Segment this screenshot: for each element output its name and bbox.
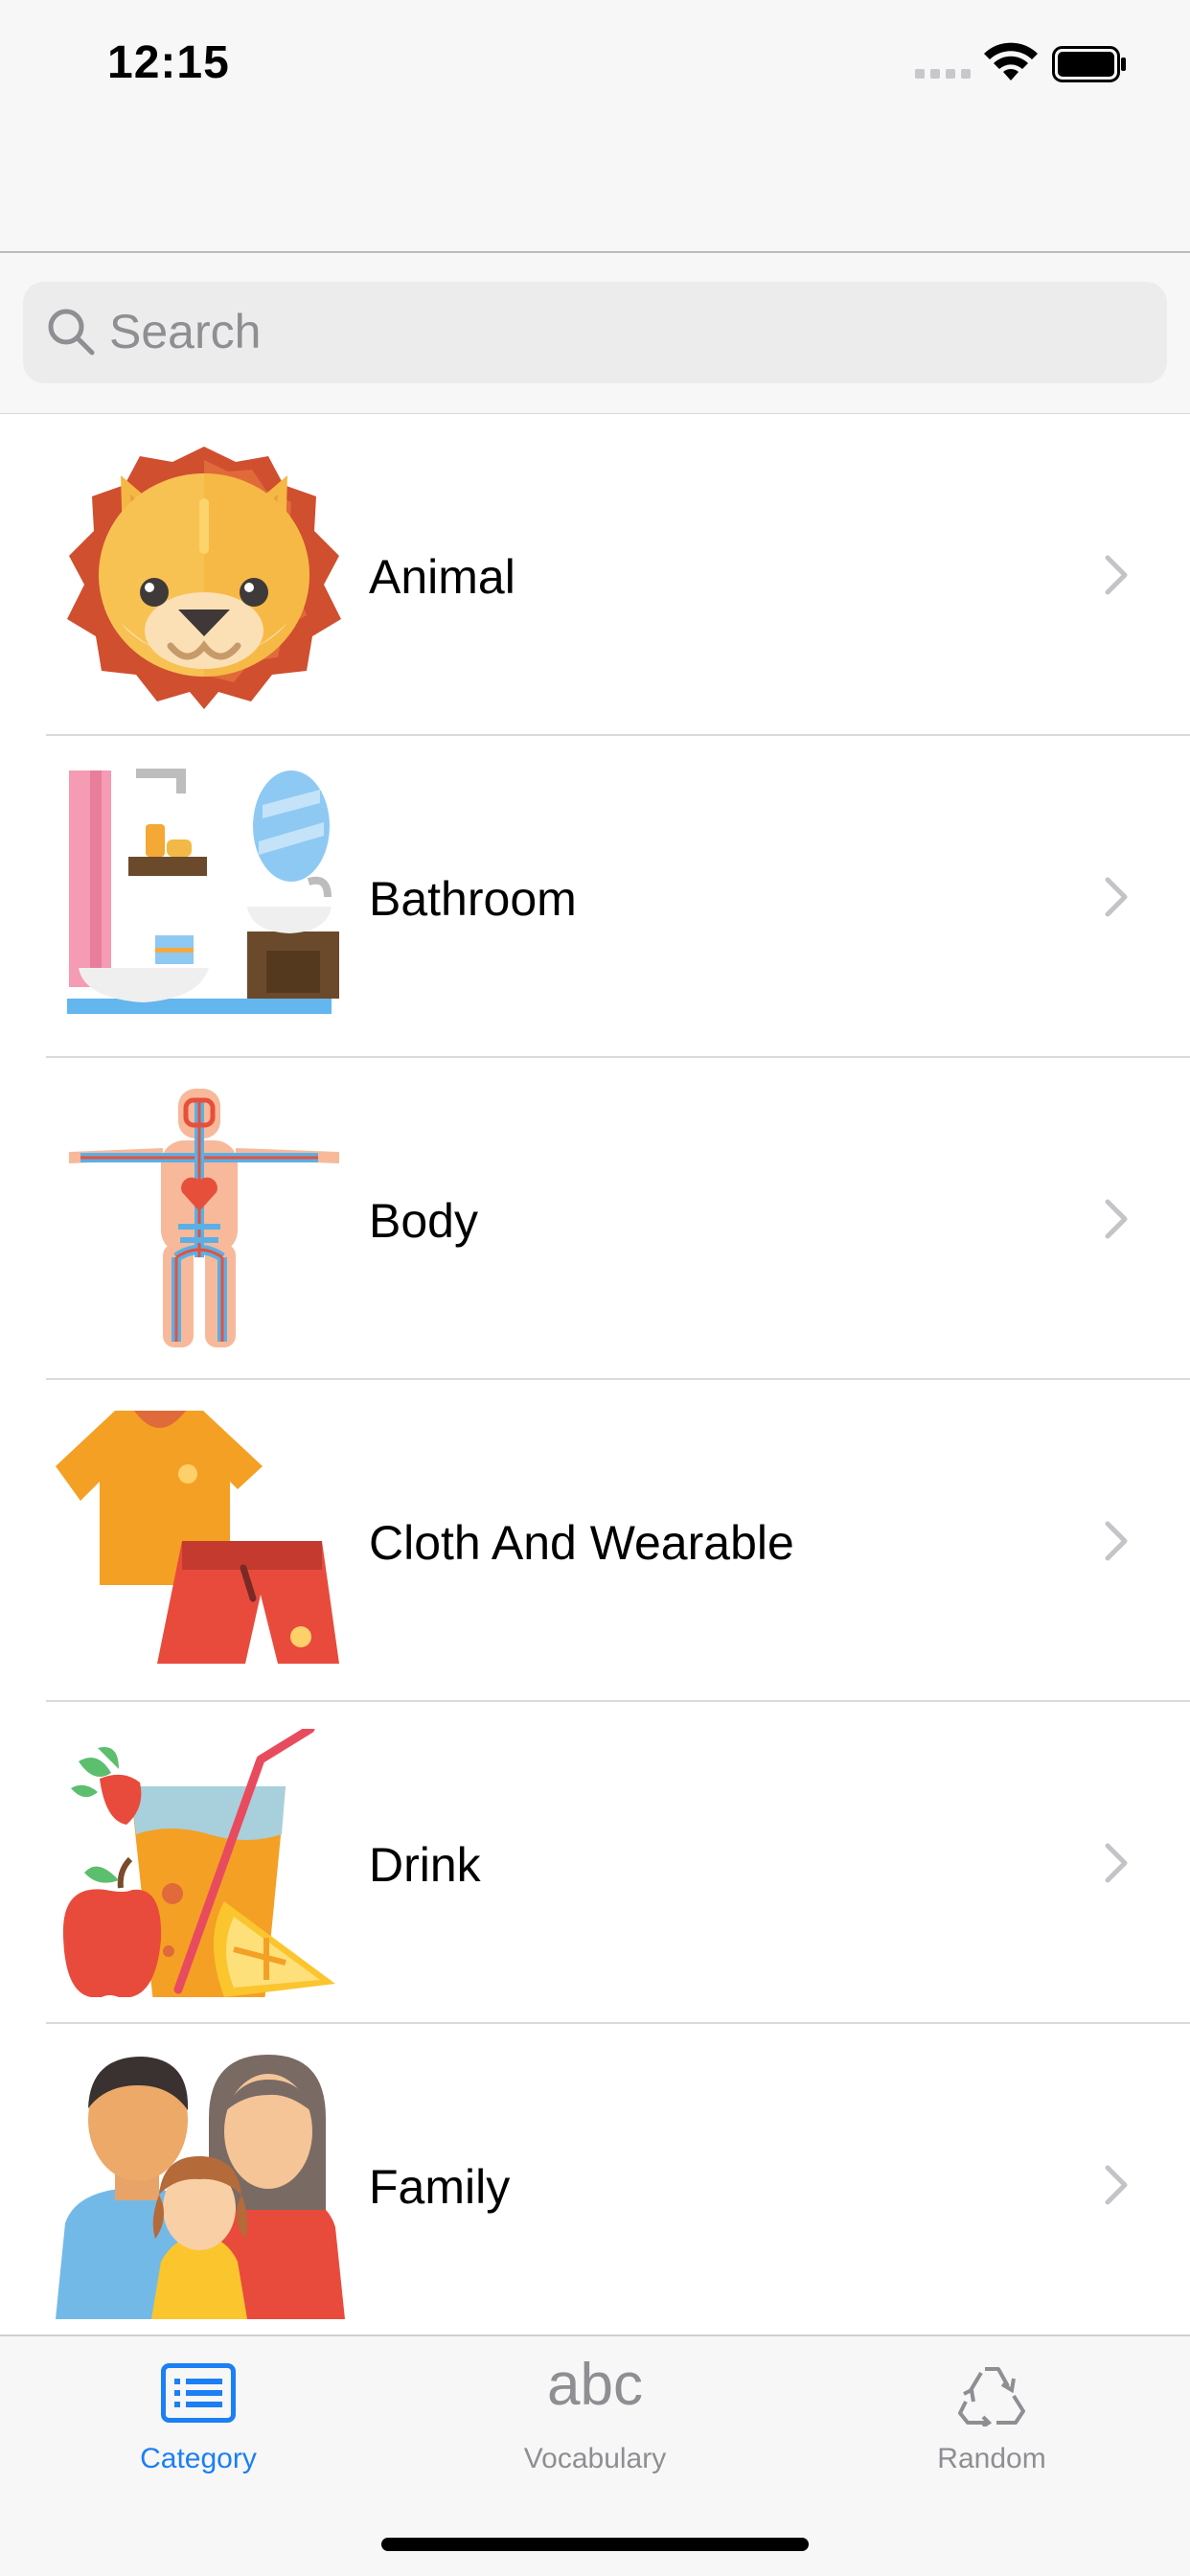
search-bar-container: Search <box>0 253 1190 414</box>
chevron-right-icon <box>1105 1843 1128 1883</box>
chevron-right-icon <box>1105 1199 1128 1239</box>
tab-label: Vocabulary <box>523 2443 667 2474</box>
search-input[interactable]: Search <box>23 282 1167 383</box>
tab-category[interactable]: Category <box>0 2336 397 2528</box>
tab-vocabulary[interactable]: abc Vocabulary <box>397 2336 793 2528</box>
category-row-animal[interactable]: Animal <box>0 414 1190 736</box>
abc-icon: abc <box>547 2352 643 2418</box>
category-label: Drink <box>369 1838 481 1892</box>
juice-icon <box>62 1729 335 1997</box>
home-indicator[interactable] <box>381 2538 809 2551</box>
category-label: Bathroom <box>369 872 577 926</box>
chevron-right-icon <box>1105 1521 1128 1561</box>
chevron-right-icon <box>1105 555 1128 595</box>
status-time: 12:15 <box>107 37 230 88</box>
human-body-icon <box>69 1089 339 1347</box>
search-icon <box>48 309 95 356</box>
battery-icon <box>1052 46 1126 82</box>
category-list[interactable]: Animal Bathroom Body Cloth And Wearable … <box>0 414 1190 2319</box>
cellular-signal-icon <box>915 69 971 79</box>
chevron-right-icon <box>1105 877 1128 917</box>
status-bar: 12:15 <box>0 0 1190 253</box>
category-row-bathroom[interactable]: Bathroom <box>0 736 1190 1058</box>
category-label: Animal <box>369 550 515 604</box>
category-label: Family <box>369 2160 511 2214</box>
family-icon <box>56 2055 345 2319</box>
category-row-drink[interactable]: Drink <box>0 1702 1190 2024</box>
category-row-cloth-and-wearable[interactable]: Cloth And Wearable <box>0 1380 1190 1702</box>
tab-label: Random <box>937 2443 1046 2474</box>
category-label: Body <box>369 1194 478 1248</box>
lion-icon <box>67 447 341 709</box>
category-label: Cloth And Wearable <box>369 1516 794 1570</box>
tab-random[interactable]: Random <box>793 2336 1190 2528</box>
list-icon <box>161 2363 236 2423</box>
chevron-right-icon <box>1105 2165 1128 2205</box>
category-row-family[interactable]: Family <box>0 2024 1190 2319</box>
bathroom-icon <box>67 769 339 1014</box>
tab-label: Category <box>140 2443 257 2474</box>
category-row-body[interactable]: Body <box>0 1058 1190 1380</box>
search-placeholder: Search <box>109 305 262 358</box>
clothes-icon <box>56 1411 339 1664</box>
recycle-icon <box>958 2367 1025 2426</box>
wifi-icon <box>984 42 1038 80</box>
